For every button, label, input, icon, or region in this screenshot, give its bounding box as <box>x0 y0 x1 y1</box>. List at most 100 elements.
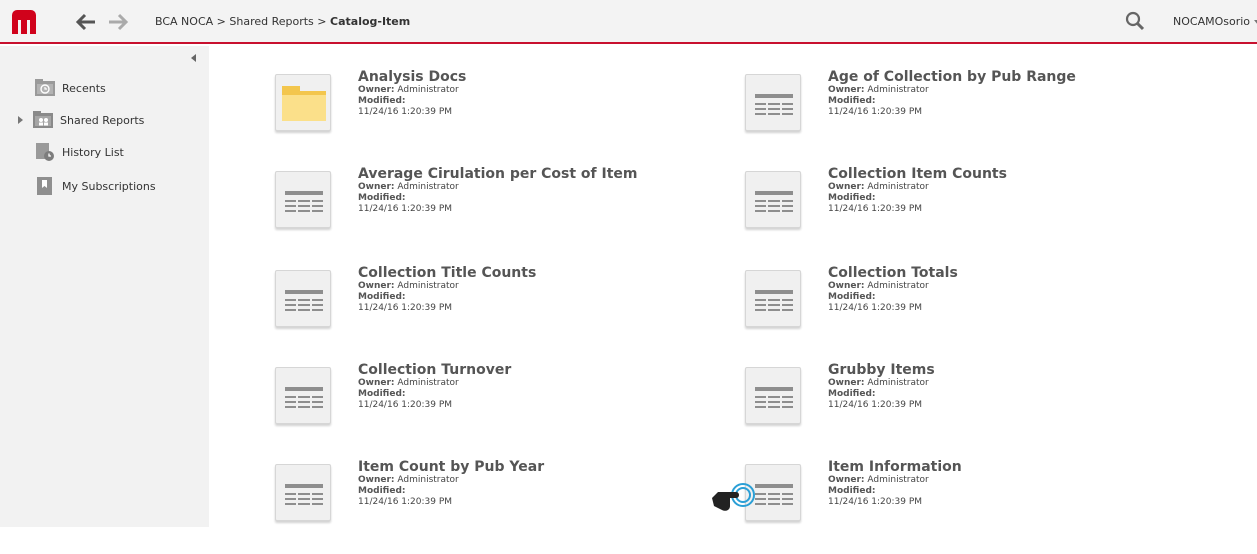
item-modified-value: 11/24/16 1:20:39 PM <box>358 497 453 507</box>
report-icon[interactable] <box>745 74 801 131</box>
catalog-item-meta: Collection Turnover Owner: Administrator M… <box>358 362 688 411</box>
catalog-item[interactable]: Collection Turnover Owner: Administrator M… <box>275 362 675 457</box>
item-owner: Owner: Administrator <box>358 182 688 193</box>
microstrategy-logo[interactable] <box>12 10 36 34</box>
report-icon[interactable] <box>275 171 331 228</box>
owner-value: Administrator <box>397 378 459 388</box>
item-modified-label: Modified: <box>828 389 876 399</box>
item-owner: Owner: Administrator <box>828 85 1158 96</box>
item-modified-value: 11/24/16 1:20:39 PM <box>358 107 453 117</box>
item-owner: Owner: Administrator <box>828 475 1158 486</box>
item-owner: Owner: Administrator <box>828 378 1158 389</box>
catalog-item[interactable]: Age of Collection by Pub Range Owner: Adm… <box>745 69 1145 164</box>
catalog-item-meta: Collection Title Counts Owner: Administra… <box>358 265 688 314</box>
collapse-sidebar-icon[interactable] <box>191 54 196 62</box>
expand-arrow-icon[interactable] <box>18 116 23 124</box>
sidebar-item-history-list[interactable]: History List <box>34 140 124 164</box>
sidebar-item-label: Recents <box>62 81 106 95</box>
owner-value: Administrator <box>397 475 459 485</box>
owner-value: Administrator <box>397 281 459 291</box>
catalog-item-meta: Grubby Items Owner: Administrator Modified… <box>828 362 1158 411</box>
owner-label: Owner: <box>828 281 865 291</box>
item-modified-value: 11/24/16 1:20:39 PM <box>358 204 453 214</box>
catalog-item[interactable]: Grubby Items Owner: Administrator Modified… <box>745 362 1145 457</box>
report-icon[interactable] <box>275 464 331 521</box>
owner-value: Administrator <box>397 182 459 192</box>
catalog-item-meta: Item Count by Pub Year Owner: Administrat… <box>358 459 688 508</box>
item-title[interactable]: Item Count by Pub Year <box>358 459 688 475</box>
item-modified-value: 11/24/16 1:20:39 PM <box>828 204 923 214</box>
catalog-item[interactable]: Analysis Docs Owner: Administrator Modifie… <box>275 69 675 164</box>
item-modified-label: Modified: <box>358 96 406 106</box>
report-icon[interactable] <box>745 171 801 228</box>
owner-label: Owner: <box>828 85 865 95</box>
report-icon[interactable] <box>275 367 331 424</box>
item-owner: Owner: Administrator <box>828 182 1158 193</box>
item-title[interactable]: Grubby Items <box>828 362 1158 378</box>
item-modified-value: 11/24/16 1:20:39 PM <box>358 400 453 410</box>
item-modified-value: 11/24/16 1:20:39 PM <box>358 303 453 313</box>
folder-icon[interactable] <box>275 74 331 131</box>
item-modified-value: 11/24/16 1:20:39 PM <box>828 497 923 507</box>
item-title[interactable]: Collection Totals <box>828 265 1158 281</box>
item-modified-label: Modified: <box>358 292 406 302</box>
catalog-item-meta: Analysis Docs Owner: Administrator Modifie… <box>358 69 688 118</box>
owner-value: Administrator <box>867 475 929 485</box>
item-title[interactable]: Average Cirulation per Cost of Item <box>358 166 688 182</box>
catalog-item[interactable]: Collection Title Counts Owner: Administra… <box>275 265 675 360</box>
catalog-item[interactable]: Average Cirulation per Cost of Item Owner… <box>275 166 675 261</box>
item-title[interactable]: Analysis Docs <box>358 69 688 85</box>
item-modified-value: 11/24/16 1:20:39 PM <box>828 303 923 313</box>
user-name: NOCAMOsorio <box>1173 15 1251 28</box>
catalog-item-meta: Average Cirulation per Cost of Item Owner… <box>358 166 688 215</box>
owner-label: Owner: <box>828 378 865 388</box>
history-list-icon <box>34 142 56 162</box>
owner-value: Administrator <box>867 85 929 95</box>
breadcrumb-parent[interactable]: Shared Reports <box>229 15 313 28</box>
catalog-item[interactable]: Collection Item Counts Owner: Administrat… <box>745 166 1145 261</box>
user-menu[interactable]: NOCAMOsorio <box>1173 15 1257 28</box>
catalog-item[interactable]: Collection Totals Owner: Administrator Mod… <box>745 265 1145 360</box>
item-modified-value: 11/24/16 1:20:39 PM <box>828 400 923 410</box>
item-title[interactable]: Collection Item Counts <box>828 166 1158 182</box>
sidebar: Recents Shared Reports History List My S… <box>0 46 209 527</box>
breadcrumb-current: Catalog-Item <box>330 15 411 28</box>
owner-label: Owner: <box>828 182 865 192</box>
top-header: BCA NOCA > Shared Reports > Catalog-Item… <box>0 0 1257 44</box>
item-title[interactable]: Age of Collection by Pub Range <box>828 69 1158 85</box>
search-icon[interactable] <box>1125 11 1145 31</box>
item-modified-label: Modified: <box>828 96 876 106</box>
item-owner: Owner: Administrator <box>358 378 688 389</box>
breadcrumb-separator: > <box>317 15 327 28</box>
owner-label: Owner: <box>358 281 395 291</box>
pointer-hand-cursor <box>708 470 758 520</box>
catalog-item-meta: Age of Collection by Pub Range Owner: Adm… <box>828 69 1158 118</box>
bookmark-icon <box>34 176 56 196</box>
report-icon[interactable] <box>745 367 801 424</box>
catalog-item-meta: Collection Item Counts Owner: Administrat… <box>828 166 1158 215</box>
report-icon[interactable] <box>275 270 331 327</box>
sidebar-item-label: History List <box>62 145 124 159</box>
item-owner: Owner: Administrator <box>358 85 688 96</box>
catalog-item[interactable]: Item Information Owner: Administrator Modi… <box>745 459 1145 554</box>
sidebar-item-my-subscriptions[interactable]: My Subscriptions <box>34 174 156 198</box>
item-title[interactable]: Item Information <box>828 459 1158 475</box>
breadcrumb-root[interactable]: BCA NOCA <box>155 15 213 28</box>
item-title[interactable]: Collection Title Counts <box>358 265 688 281</box>
owner-value: Administrator <box>867 378 929 388</box>
forward-arrow-icon[interactable] <box>107 12 129 32</box>
item-modified-label: Modified: <box>358 389 406 399</box>
sidebar-item-recents[interactable]: Recents <box>34 76 106 100</box>
folder-users-icon <box>32 110 54 130</box>
back-arrow-icon[interactable] <box>75 12 97 32</box>
owner-label: Owner: <box>358 182 395 192</box>
item-owner: Owner: Administrator <box>828 281 1158 292</box>
owner-label: Owner: <box>828 475 865 485</box>
sidebar-item-label: Shared Reports <box>60 113 145 127</box>
item-modified-label: Modified: <box>828 292 876 302</box>
sidebar-item-shared-reports[interactable]: Shared Reports <box>18 108 144 132</box>
item-title[interactable]: Collection Turnover <box>358 362 688 378</box>
report-icon[interactable] <box>745 270 801 327</box>
catalog-item[interactable]: Item Count by Pub Year Owner: Administrat… <box>275 459 675 554</box>
folder-clock-icon <box>34 78 56 98</box>
